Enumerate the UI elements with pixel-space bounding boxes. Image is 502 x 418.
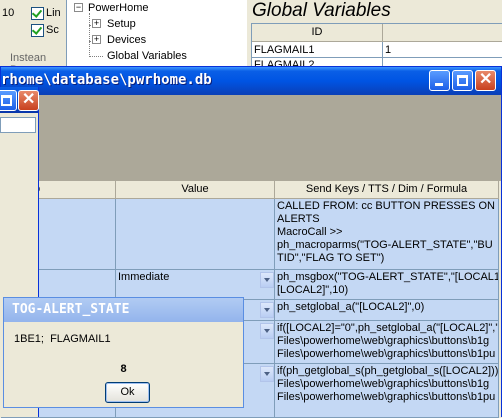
window-title: rhome\database\pwrhome.db bbox=[1, 72, 212, 88]
chevron-down-icon[interactable] bbox=[260, 323, 274, 339]
value-cell[interactable]: Immediate bbox=[116, 270, 275, 300]
ok-button[interactable]: Ok bbox=[105, 382, 150, 403]
explorer-tree: − PowerHome + Setup + Devices Global Var… bbox=[66, 0, 247, 70]
window-titlebar[interactable]: rhome\database\pwrhome.db ✕ bbox=[1, 67, 501, 95]
column-header-id[interactable]: ID bbox=[252, 24, 383, 42]
value-cell[interactable] bbox=[116, 199, 275, 270]
global-variables-title: Global Variables bbox=[252, 0, 391, 21]
checkbox-sc[interactable] bbox=[31, 24, 44, 37]
close-icon: ✕ bbox=[479, 71, 493, 88]
left-window-titlebar[interactable]: ✕ bbox=[0, 87, 39, 113]
maximize-button[interactable] bbox=[452, 70, 473, 91]
expand-icon[interactable]: + bbox=[92, 19, 101, 28]
gv-row-id[interactable]: FLAGMAIL1 bbox=[254, 44, 315, 56]
checkbox-sc-label: Sc bbox=[46, 24, 59, 36]
collapse-icon[interactable]: − bbox=[74, 3, 83, 12]
chevron-down-icon[interactable] bbox=[260, 366, 274, 382]
expand-icon[interactable]: + bbox=[92, 35, 101, 44]
checkbox-lin[interactable] bbox=[31, 7, 44, 20]
formula-cell[interactable]: if([LOCAL2]="0",ph_setglobal_a("[LOCAL2]… bbox=[275, 321, 499, 364]
message-box-count: 8 bbox=[120, 363, 127, 375]
formula-cell[interactable]: ph_msgbox("TOG-ALERT_STATE","[LOCAL1] [L… bbox=[275, 270, 499, 300]
tree-node-global-variables[interactable]: Global Variables bbox=[107, 50, 187, 62]
minimize-button[interactable] bbox=[429, 70, 450, 91]
column-header-value[interactable]: Value bbox=[116, 181, 275, 199]
maximize-icon bbox=[1, 95, 12, 106]
maximize-button[interactable] bbox=[0, 90, 17, 111]
checkbox-lin-label: Lin bbox=[46, 7, 61, 19]
message-box-title[interactable]: TOG-ALERT_STATE bbox=[4, 298, 243, 322]
chevron-down-icon[interactable] bbox=[260, 302, 274, 318]
global-variables-table: ID FLAGMAIL1 1 FLAGMAIL2 bbox=[251, 23, 502, 72]
tree-node-powerhome[interactable]: PowerHome bbox=[88, 2, 149, 14]
tree-node-devices[interactable]: Devices bbox=[107, 34, 146, 46]
formula-cell[interactable]: CALLED FROM: cc BUTTON PRESSES ON ALERTS… bbox=[275, 199, 499, 270]
close-button[interactable]: ✕ bbox=[18, 90, 39, 111]
column-header-formula[interactable]: Send Keys / TTS / Dim / Formula bbox=[275, 181, 499, 199]
minimize-icon bbox=[435, 83, 443, 86]
empty-panel-area bbox=[1, 95, 501, 181]
formula-cell[interactable]: if(ph_getglobal_s(ph_getglobal_s([LOCAL2… bbox=[275, 364, 499, 418]
formula-cell[interactable]: ph_setglobal_a("[LOCAL2]",0) bbox=[275, 300, 499, 321]
close-icon: ✕ bbox=[22, 91, 36, 108]
maximize-icon bbox=[457, 75, 468, 86]
column-header-value[interactable] bbox=[383, 24, 502, 42]
gv-row-value[interactable]: 1 bbox=[385, 44, 391, 56]
value-cell-text: Immediate bbox=[118, 271, 170, 283]
tree-node-setup[interactable]: Setup bbox=[107, 18, 136, 30]
background-left-panel: 10 Lin Sc Instean Bou bbox=[0, 0, 66, 76]
message-box: TOG-ALERT_STATE 1BE1; FLAGMAIL1 8 Ok bbox=[3, 297, 244, 408]
left-panel-number: 10 bbox=[2, 7, 15, 19]
close-button[interactable]: ✕ bbox=[475, 70, 496, 91]
left-window-field[interactable] bbox=[0, 117, 36, 133]
message-box-text: 1BE1; FLAGMAIL1 bbox=[14, 333, 111, 345]
chevron-down-icon[interactable] bbox=[260, 272, 274, 288]
